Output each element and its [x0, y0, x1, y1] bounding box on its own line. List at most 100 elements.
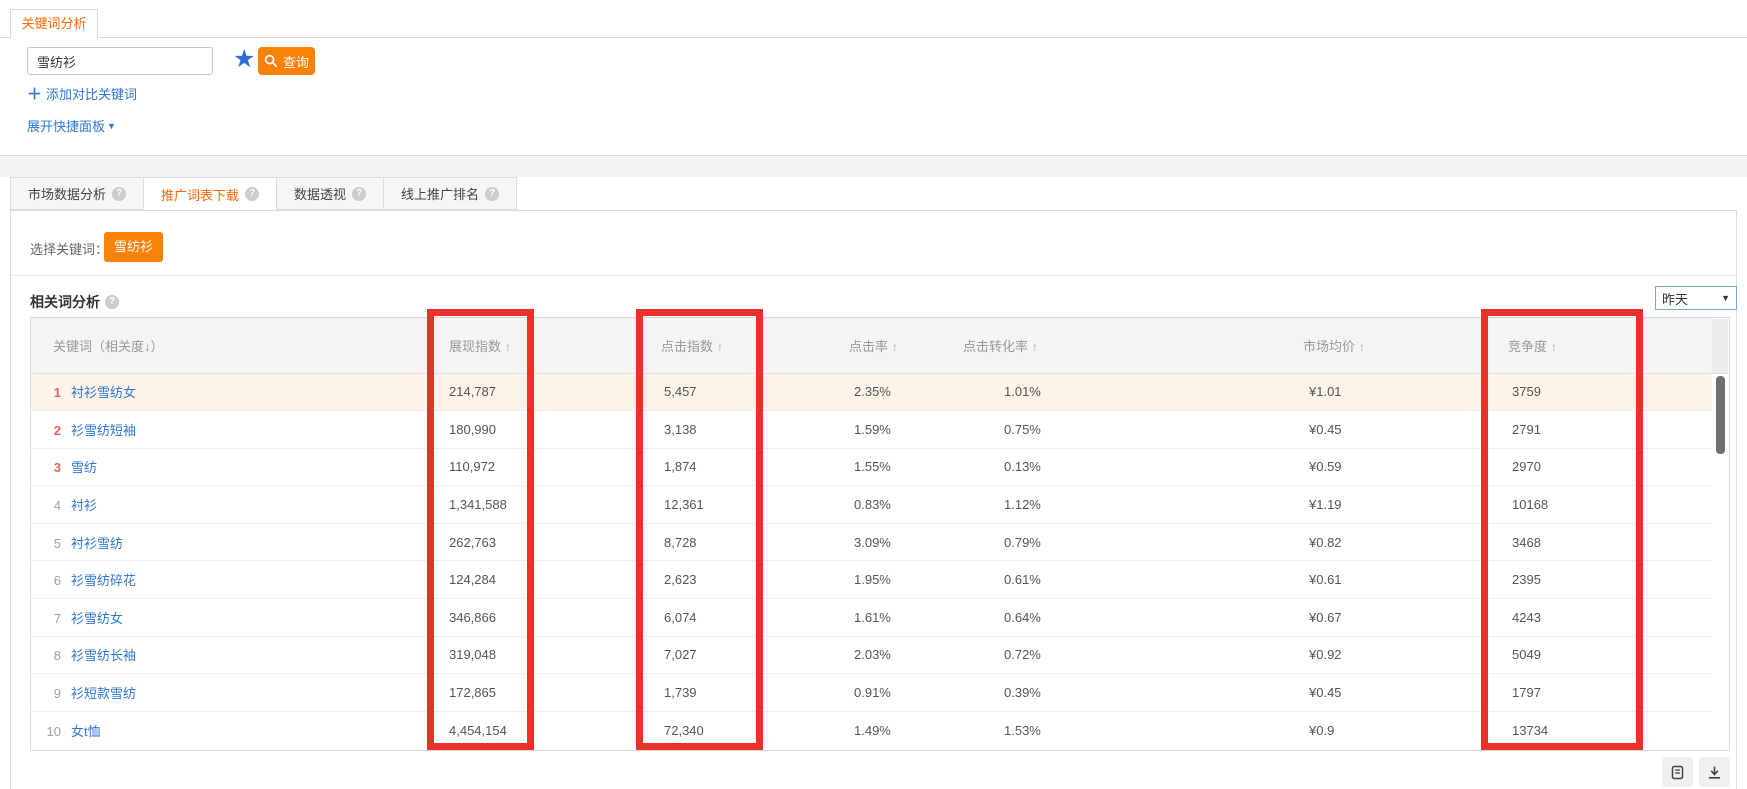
help-icon[interactable]: ? — [352, 187, 366, 201]
column-header-keyword[interactable]: 关键词（相关度↓） — [31, 318, 446, 373]
cvr-cell: 1.12% — [963, 486, 1301, 524]
section-tab-bar: 市场数据分析 ? 推广词表下载 ? 数据透视 ? 线上推广排名 ? — [10, 177, 517, 211]
clicks-cell: 3,138 — [659, 411, 846, 449]
tab-data-pivot[interactable]: 数据透视 ? — [276, 177, 383, 210]
rank: 7 — [43, 611, 61, 626]
expand-panel-label: 展开快捷面板 — [27, 119, 105, 134]
tab-online-promo-ranking[interactable]: 线上推广排名 ? — [383, 177, 517, 210]
keyword-link[interactable]: 衫雪纺女 — [71, 611, 123, 626]
cvr-cell: 0.61% — [963, 561, 1301, 599]
column-header-impressions[interactable]: 展现指数 ↑ — [446, 318, 659, 373]
top-divider — [0, 37, 1747, 38]
tab-keyword-analysis[interactable]: 关键词分析 — [10, 9, 98, 38]
competition-cell: 3759 — [1508, 373, 1712, 411]
rank: 2 — [43, 423, 61, 438]
competition-cell: 10168 — [1508, 486, 1712, 524]
price-cell: ¥0.59 — [1301, 448, 1508, 486]
ctr-cell: 1.55% — [846, 448, 963, 486]
copy-table-button[interactable] — [1662, 757, 1693, 787]
content-divider — [11, 275, 1736, 276]
tab-promo-wordlist-download[interactable]: 推广词表下载 ? — [143, 177, 276, 211]
sort-asc-icon: ↑ — [892, 340, 898, 354]
price-cell: ¥1.01 — [1301, 373, 1508, 411]
competition-cell: 2395 — [1508, 561, 1712, 599]
column-header-cvr[interactable]: 点击转化率 ↑ — [963, 318, 1301, 373]
keyword-link[interactable]: 衫雪纺长袖 — [71, 648, 136, 663]
keyword-link[interactable]: 雪纺 — [71, 460, 97, 475]
sort-asc-icon: ↑ — [505, 340, 511, 354]
download-icon — [1707, 765, 1722, 780]
selected-keyword-chip[interactable]: 雪纺衫 — [104, 232, 163, 262]
cvr-cell: 0.13% — [963, 448, 1301, 486]
column-header-competition[interactable]: 竞争度↑ — [1508, 318, 1712, 373]
column-label: 点击指数 — [661, 339, 713, 354]
ctr-cell: 0.91% — [846, 674, 963, 712]
ctr-cell: 2.03% — [846, 636, 963, 674]
cvr-cell: 0.64% — [963, 599, 1301, 637]
impressions-cell: 110,972 — [446, 448, 659, 486]
help-icon[interactable]: ? — [485, 187, 499, 201]
add-compare-keyword-link[interactable]: ＋ 添加对比关键词 — [27, 83, 137, 104]
caret-down-icon: ▼ — [107, 121, 116, 131]
keyword-link[interactable]: 衬衫 — [71, 498, 97, 513]
table-row: 1衬衫雪纺女 214,787 5,457 2.35% 1.01% ¥1.01 3… — [31, 373, 1712, 411]
impressions-cell: 124,284 — [446, 561, 659, 599]
expand-quick-panel-link[interactable]: 展开快捷面板▼ — [27, 116, 116, 135]
ctr-cell: 2.35% — [846, 373, 963, 411]
date-range-select[interactable]: 昨天 ▼ — [1655, 286, 1737, 310]
column-label: 展现指数 — [449, 339, 501, 354]
keyword-link[interactable]: 女t恤 — [71, 724, 101, 739]
related-words-table: 关键词（相关度↓） 展现指数↑ 点击指数↑ 点击率↑ 点击转化率↑ 市场均价↑ … — [30, 317, 1730, 751]
clicks-cell: 1,874 — [659, 448, 846, 486]
column-label: 点击率 — [849, 339, 888, 354]
keyword-link[interactable]: 衬衫雪纺女 — [71, 385, 136, 400]
rank: 6 — [43, 573, 61, 588]
keyword-link[interactable]: 衫雪纺短袖 — [71, 423, 136, 438]
related-words-section-title: 相关词分析 ? — [30, 292, 119, 312]
help-icon[interactable]: ? — [105, 295, 119, 309]
price-cell: ¥0.67 — [1301, 599, 1508, 637]
competition-cell: 4243 — [1508, 599, 1712, 637]
help-icon[interactable]: ? — [245, 187, 259, 201]
clicks-cell: 72,340 — [659, 711, 846, 749]
impressions-cell: 319,048 — [446, 636, 659, 674]
price-cell: ¥0.61 — [1301, 561, 1508, 599]
cvr-cell: 0.75% — [963, 411, 1301, 449]
cvr-cell: 0.39% — [963, 674, 1301, 712]
competition-cell: 5049 — [1508, 636, 1712, 674]
keyword-link[interactable]: 衫雪纺碎花 — [71, 573, 136, 588]
competition-cell: 3468 — [1508, 523, 1712, 561]
table-row: 8衫雪纺长袖 319,048 7,027 2.03% 0.72% ¥0.92 5… — [31, 636, 1712, 674]
clicks-cell: 12,361 — [659, 486, 846, 524]
table-row: 3雪纺 110,972 1,874 1.55% 0.13% ¥0.59 2970 — [31, 448, 1712, 486]
help-icon[interactable]: ? — [112, 187, 126, 201]
sort-asc-icon: ↑ — [1032, 340, 1038, 354]
column-label: 点击转化率 — [963, 339, 1028, 354]
keyword-search-input[interactable] — [27, 47, 213, 75]
rank: 8 — [43, 648, 61, 663]
competition-cell: 13734 — [1508, 711, 1712, 749]
keyword-link[interactable]: 衫短款雪纺 — [71, 686, 136, 701]
select-keyword-label: 选择关键词： — [30, 239, 108, 258]
keyword-link[interactable]: 衬衫雪纺 — [71, 536, 123, 551]
query-button[interactable]: 查询 — [258, 47, 315, 75]
sort-asc-icon: ↑ — [717, 340, 723, 354]
table-scrollbar-thumb[interactable] — [1716, 376, 1725, 454]
tab-market-data-analysis[interactable]: 市场数据分析 ? — [10, 177, 143, 210]
favorite-star-icon[interactable]: ★ — [233, 44, 255, 74]
tab-label: 市场数据分析 — [28, 184, 106, 203]
cvr-cell: 0.72% — [963, 636, 1301, 674]
ctr-cell: 0.83% — [846, 486, 963, 524]
download-button[interactable] — [1699, 757, 1730, 787]
column-header-ctr[interactable]: 点击率 ↑ — [846, 318, 963, 373]
rank: 1 — [43, 385, 61, 400]
clicks-cell: 1,739 — [659, 674, 846, 712]
section-title-text: 相关词分析 — [30, 292, 100, 312]
competition-cell: 2970 — [1508, 448, 1712, 486]
panel-gap — [0, 156, 1747, 177]
column-header-avg-price[interactable]: 市场均价↑ — [1301, 318, 1508, 373]
column-header-clicks[interactable]: 点击指数 ↑ — [659, 318, 846, 373]
impressions-cell: 172,865 — [446, 674, 659, 712]
ctr-cell: 1.59% — [846, 411, 963, 449]
table-row: 5衬衫雪纺 262,763 8,728 3.09% 0.79% ¥0.82 34… — [31, 523, 1712, 561]
